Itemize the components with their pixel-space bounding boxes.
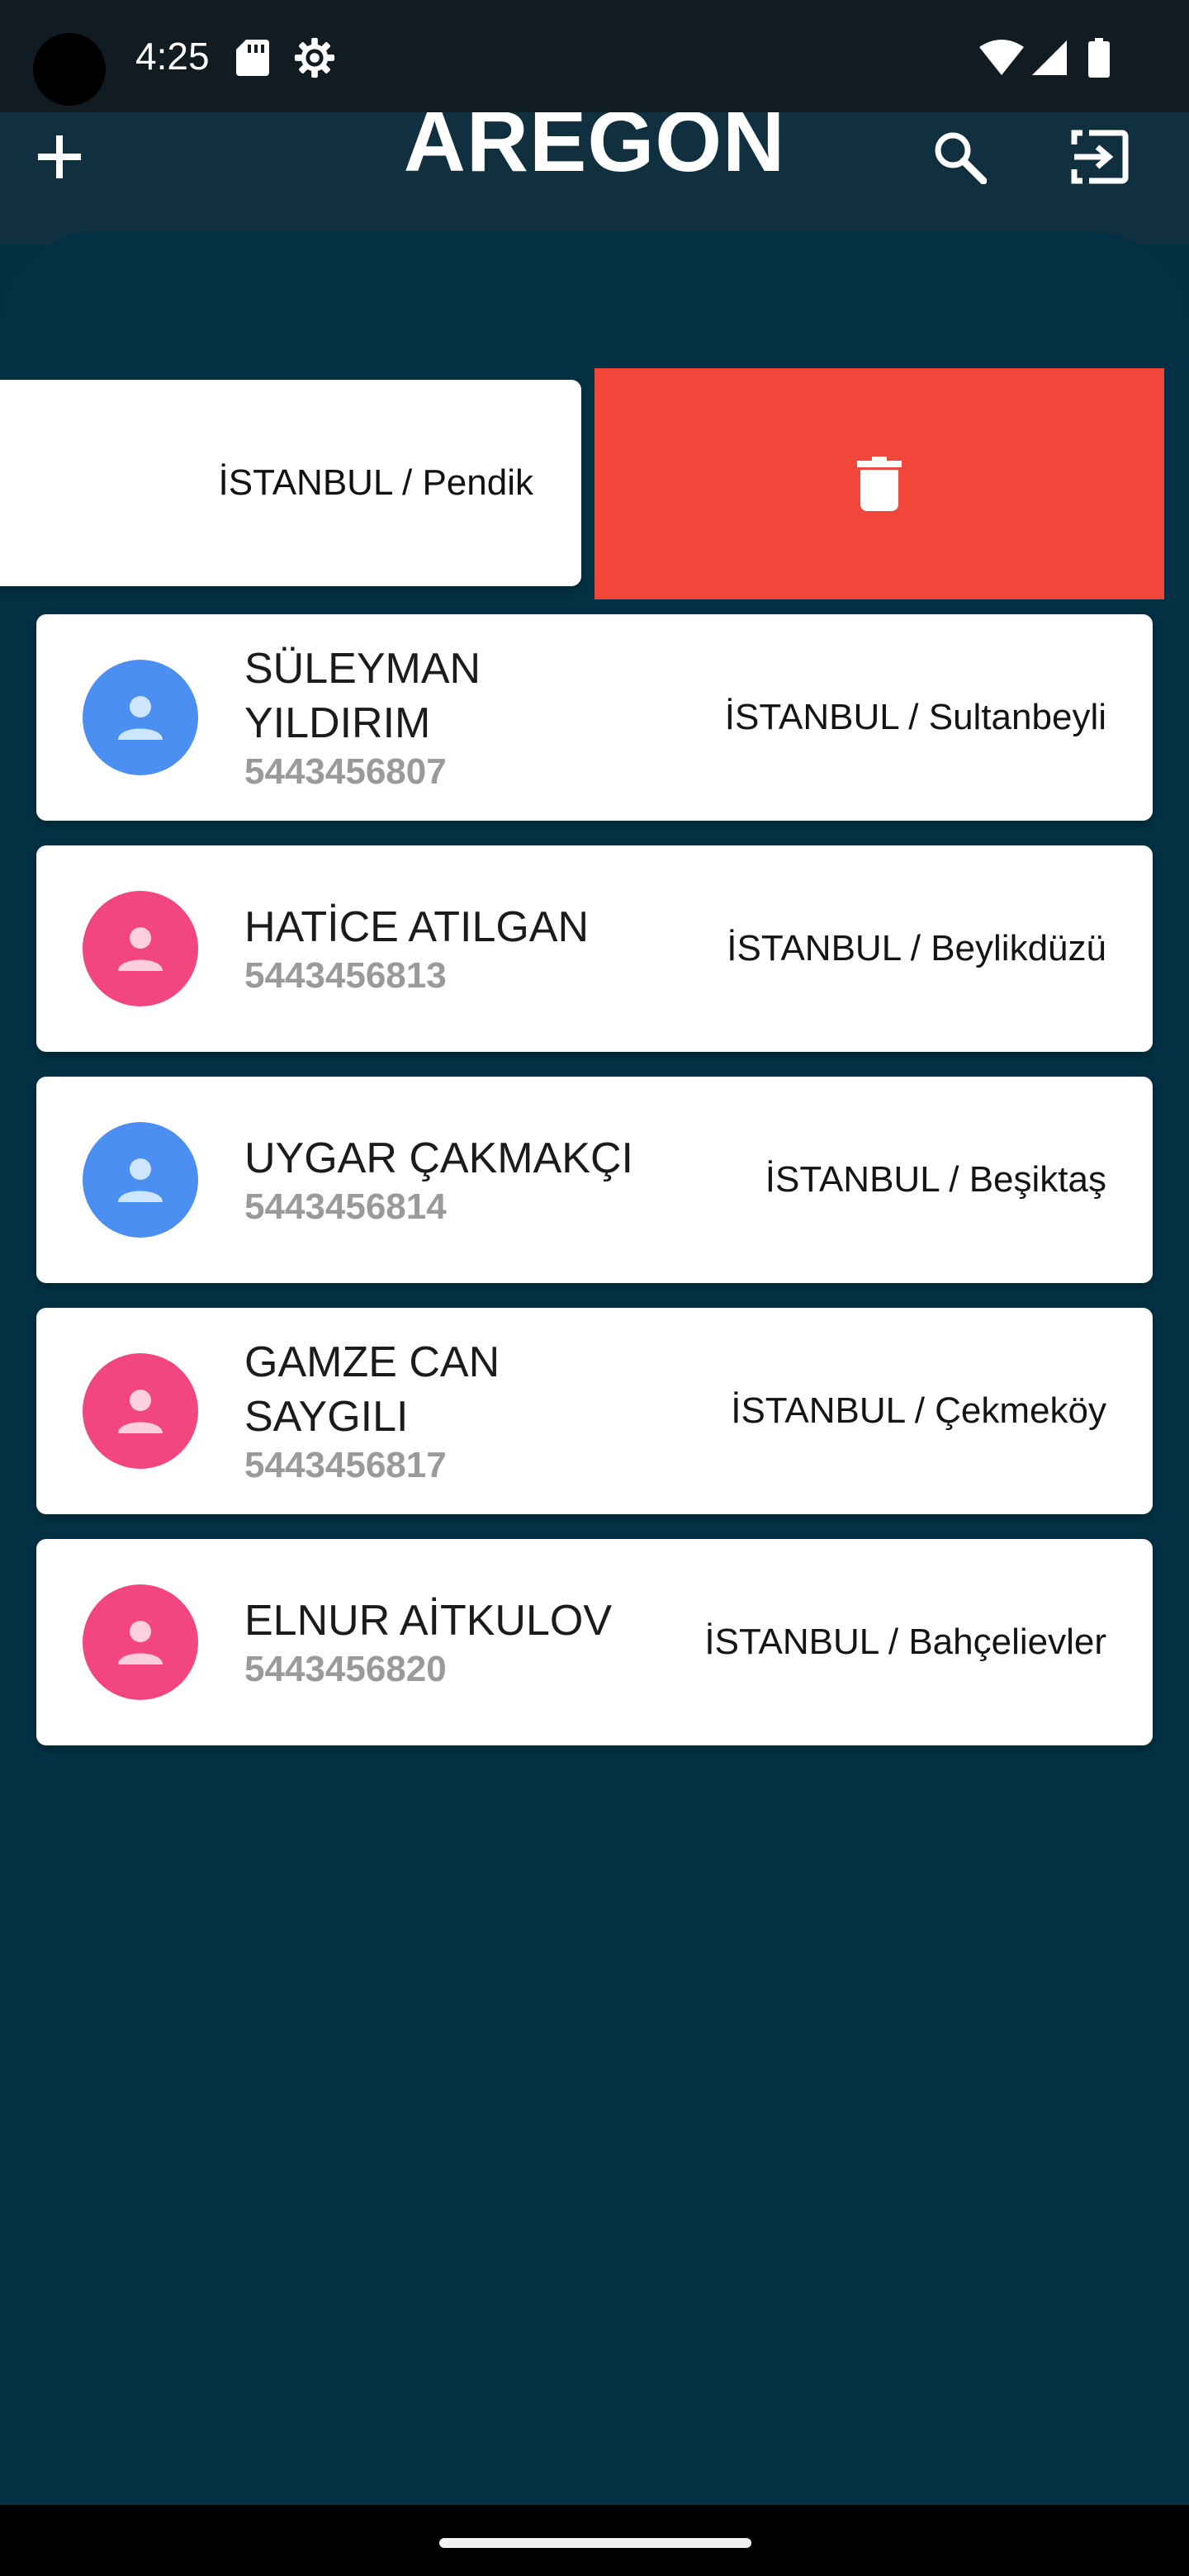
avatar [83, 1584, 198, 1700]
contact-phone: 5443456817 [244, 1445, 447, 1485]
contact-name: SÜLEYMAN YILDIRIM [244, 645, 481, 747]
contact-name: GAMZE CAN SAYGILI [244, 1338, 500, 1441]
trash-icon [857, 457, 902, 511]
swiped-list-item[interactable]: İSTANBUL / Pendik [0, 368, 1189, 601]
avatar [83, 891, 198, 1006]
contact-city: İSTANBUL / Bahçelievler [704, 1622, 1106, 1662]
contact-city: İSTANBUL / Sultanbeyli [724, 697, 1106, 737]
battery-icon [1088, 38, 1110, 78]
logout-icon [1071, 130, 1129, 184]
system-nav-bar [0, 2505, 1189, 2576]
person-icon [118, 1158, 163, 1202]
app-title: AREGON [403, 112, 786, 178]
contact-city: İSTANBUL / Beylikdüzü [727, 928, 1106, 968]
contact-phone: 5443456814 [244, 1186, 447, 1227]
search-icon [935, 132, 987, 184]
status-bar: 4:25 [0, 0, 1189, 112]
plus-icon [38, 135, 81, 178]
delete-button[interactable] [594, 368, 1164, 599]
swiped-contact-card[interactable]: İSTANBUL / Pendik [0, 380, 581, 586]
contact-phone: 5443456813 [244, 955, 447, 996]
contact-city: İSTANBUL / Çekmeköy [731, 1390, 1106, 1431]
contact-city: İSTANBUL / Pendik [218, 462, 533, 503]
person-icon [118, 1621, 163, 1664]
app-header: AREGON [0, 112, 1189, 244]
contact-card[interactable]: HATİCE ATILGAN 5443456813 İSTANBUL / Bey… [36, 845, 1153, 1052]
person-icon [118, 696, 163, 740]
wifi-icon [979, 40, 1024, 75]
person-icon [118, 927, 163, 971]
cell-signal-icon [1032, 40, 1067, 75]
avatar [83, 1353, 198, 1469]
contact-card[interactable]: ELNUR AİTKULOV 5443456820 İSTANBUL / Bah… [36, 1539, 1153, 1745]
contact-name: HATİCE ATILGAN [244, 903, 590, 951]
sd-card-icon [236, 40, 269, 76]
contact-card[interactable]: UYGAR ÇAKMAKÇI 5443456814 İSTANBUL / Beş… [36, 1077, 1153, 1283]
person-icon [118, 1390, 163, 1433]
camera-cutout [33, 33, 106, 106]
contact-city: İSTANBUL / Beşiktaş [765, 1159, 1106, 1200]
contact-phone: 5443456807 [244, 751, 447, 792]
contact-name: UYGAR ÇAKMAKÇI [244, 1134, 633, 1182]
search-button[interactable] [918, 116, 1001, 198]
logout-button[interactable] [1059, 116, 1141, 198]
status-time: 4:25 [135, 35, 210, 78]
add-contact-button[interactable] [18, 116, 101, 198]
avatar [83, 660, 198, 775]
home-gesture-handle[interactable] [439, 2538, 751, 2548]
contact-card[interactable]: SÜLEYMAN YILDIRIM 5443456807 İSTANBUL / … [36, 614, 1153, 821]
avatar [83, 1122, 198, 1238]
settings-gear-icon [294, 37, 335, 78]
contact-card[interactable]: GAMZE CAN SAYGILI 5443456817 İSTANBUL / … [36, 1308, 1153, 1514]
contact-name: ELNUR AİTKULOV [244, 1597, 613, 1645]
contact-phone: 5443456820 [244, 1649, 447, 1689]
